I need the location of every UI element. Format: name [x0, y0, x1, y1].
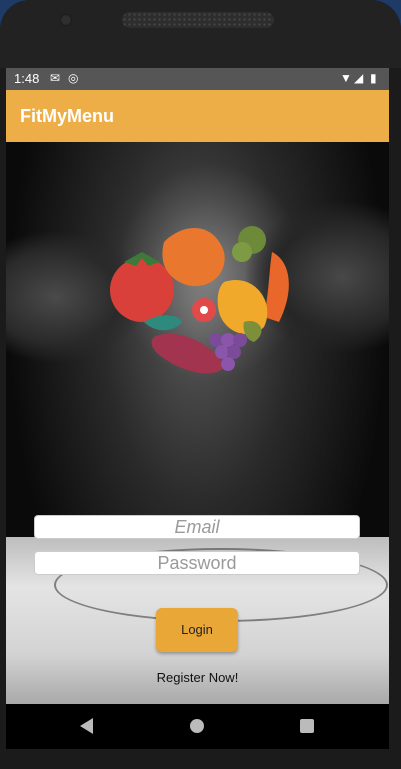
register-link[interactable]: Register Now!	[6, 670, 389, 685]
device-frame: 1:48 ✉ ◎ ▼ ◢ ▮ FitMyMenu Email Password …	[0, 0, 401, 769]
phone-screen: 1:48 ✉ ◎ ▼ ◢ ▮ FitMyMenu Email Password …	[6, 68, 389, 749]
navigation-bar	[6, 704, 389, 749]
sync-icon: ◎	[68, 71, 79, 85]
battery-icon: ▮	[370, 71, 377, 85]
front-camera	[60, 14, 72, 26]
wifi-icon: ▼	[340, 71, 352, 85]
app-bar: FitMyMenu	[6, 90, 389, 142]
device-top-bezel	[0, 0, 401, 68]
password-field[interactable]: Password	[34, 551, 360, 575]
recent-apps-icon[interactable]	[300, 719, 314, 733]
signal-icon: ◢	[354, 71, 364, 85]
food-heart-logo	[110, 226, 289, 374]
status-time: 1:48	[14, 71, 40, 86]
login-button[interactable]: Login	[156, 608, 238, 652]
mail-icon: ✉	[50, 71, 61, 85]
home-icon[interactable]	[190, 719, 204, 733]
status-bar: 1:48 ✉ ◎ ▼ ◢ ▮	[6, 68, 389, 90]
email-field[interactable]: Email	[34, 515, 360, 539]
login-content: Email Password Login	[6, 142, 389, 704]
app-title: FitMyMenu	[20, 106, 114, 126]
earpiece-speaker	[122, 12, 274, 28]
back-icon[interactable]	[80, 718, 93, 734]
